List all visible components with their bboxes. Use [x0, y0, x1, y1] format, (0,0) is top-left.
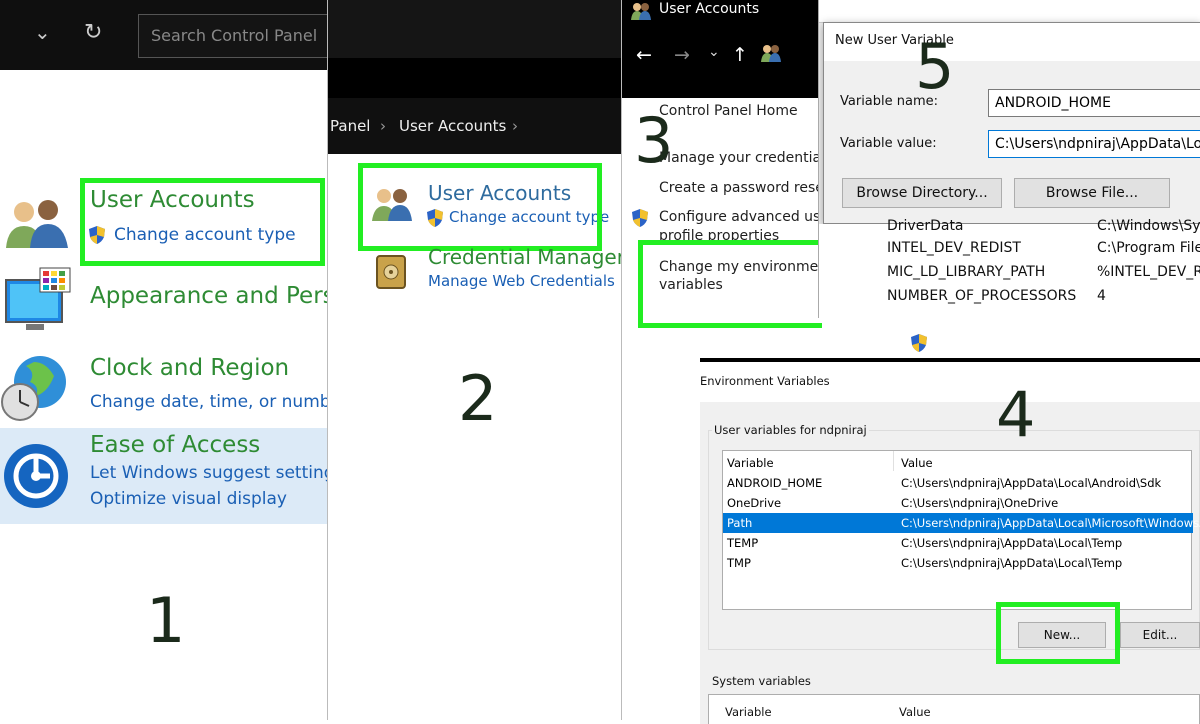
uac-shield-icon: [632, 209, 648, 227]
variable-value-field[interactable]: C:\Users\ndpniraj\AppData\Local\Android\…: [988, 130, 1200, 158]
back-arrow-icon[interactable]: ←: [636, 44, 652, 66]
user-variables-list[interactable]: Variable Value ANDROID_HOME C:\Users\ndpni…: [722, 450, 1200, 610]
breadcrumb-user-accounts[interactable]: User Accounts: [399, 98, 506, 154]
panel-divider: [327, 0, 328, 720]
highlight-box-3: [638, 240, 822, 328]
table-row[interactable]: TEMP C:\Users\ndpniraj\AppData\Local\Temp: [723, 533, 1193, 553]
credential-manager-icon: [376, 255, 406, 289]
chevron-right-icon: ›: [380, 117, 386, 135]
manage-credentials-link[interactable]: Manage your credentia: [659, 150, 821, 166]
step-number-3: 3: [634, 104, 674, 177]
sys-var-name[interactable]: MIC_LD_LIBRARY_PATH: [887, 264, 1045, 280]
credential-manager-title[interactable]: Credential Manager: [428, 245, 622, 269]
chevron-down-icon[interactable]: ⌄: [708, 44, 720, 60]
chevron-down-icon[interactable]: ⌄: [34, 20, 51, 44]
category-ease-of-access[interactable]: Ease of Access: [90, 432, 260, 458]
user-accounts-small-icon: [631, 3, 651, 20]
uac-shield-icon: [911, 334, 927, 352]
clock-globe-icon: [1, 356, 66, 421]
panel-divider: [621, 0, 622, 720]
forward-arrow-icon[interactable]: →: [674, 44, 690, 66]
step-number-5: 5: [915, 30, 955, 103]
highlight-box-4: [996, 602, 1120, 664]
browse-directory-button[interactable]: Browse Directory...: [842, 178, 1002, 208]
variable-name-field[interactable]: ANDROID_HOME: [988, 89, 1200, 117]
manage-web-credentials-link[interactable]: Manage Web Credentials: [428, 272, 615, 290]
system-variables-group-label: System variables: [712, 674, 811, 688]
window-chrome: [328, 0, 622, 98]
column-header-value[interactable]: Value: [901, 453, 933, 473]
step-number-2: 2: [458, 362, 498, 435]
new-user-variable-dialog-screenshot: New User Variable Variable name: ANDROID…: [818, 0, 1200, 318]
table-row[interactable]: Path C:\Users\ndpniraj\AppData\Local\Micr…: [723, 513, 1200, 533]
appearance-monitor-icon: [5, 267, 71, 330]
category-clock-and-region[interactable]: Clock and Region: [90, 355, 289, 381]
category-view-screenshot: Panel › User Accounts › User Accounts Ch…: [328, 0, 622, 720]
table-row[interactable]: ANDROID_HOME C:\Users\ndpniraj\AppData\Lo…: [723, 473, 1193, 493]
breadcrumb: Panel › User Accounts ›: [328, 98, 622, 154]
sys-column-header-variable[interactable]: Variable: [725, 705, 772, 719]
let-windows-suggest-link[interactable]: Let Windows suggest settings: [90, 463, 328, 483]
window-chrome: User Accounts ← → ⌄ ↑: [622, 0, 822, 98]
user-accounts-icon: [6, 200, 68, 248]
sys-var-value[interactable]: 4: [1097, 288, 1106, 304]
highlight-box-1: [80, 178, 325, 266]
chevron-right-icon: ›: [512, 117, 518, 135]
sys-var-value[interactable]: C:\Program File: [1097, 240, 1200, 256]
breadcrumb-panel[interactable]: Panel: [330, 98, 370, 154]
system-variables-list-bg: DriverData C:\Windows\Sy INTEL_DEV_REDIS…: [819, 218, 1200, 318]
sys-var-name[interactable]: NUMBER_OF_PROCESSORS: [887, 288, 1076, 304]
search-input[interactable]: Search Control Panel: [138, 14, 328, 58]
column-divider: [893, 451, 894, 471]
sys-var-value[interactable]: C:\Windows\Sy: [1097, 218, 1200, 234]
change-date-time-link[interactable]: Change date, time, or numbe: [90, 392, 328, 412]
category-appearance[interactable]: Appearance and Perso: [90, 283, 328, 309]
background-window-strip: [819, 0, 1200, 23]
environment-variables-dialog-screenshot: Environment Variables User variables for…: [700, 358, 1200, 724]
up-arrow-icon[interactable]: ↑: [732, 44, 748, 66]
create-password-reset-link[interactable]: Create a password rese: [659, 180, 822, 196]
table-row[interactable]: OneDrive C:\Users\ndpniraj\OneDrive: [723, 493, 1193, 513]
new-user-variable-dialog: New User Variable Variable name: ANDROID…: [823, 22, 1200, 224]
sys-column-header-value[interactable]: Value: [899, 705, 931, 719]
user-variables-group-label: User variables for ndpniraj: [712, 423, 869, 437]
sys-var-name[interactable]: INTEL_DEV_REDIST: [887, 240, 1021, 256]
address-user-icon: [761, 45, 781, 62]
dialog-title: Environment Variables: [700, 374, 830, 388]
sys-var-name[interactable]: DriverData: [887, 218, 964, 234]
ease-of-access-icon: [4, 444, 68, 508]
column-header-variable[interactable]: Variable: [727, 453, 774, 473]
step-number-1: 1: [146, 584, 186, 657]
sys-var-value[interactable]: %INTEL_DEV_RE: [1097, 264, 1200, 280]
table-row[interactable]: TMP C:\Users\ndpniraj\AppData\Local\Temp: [723, 553, 1193, 573]
control-panel-home-screenshot: ⌄ ↻ Search Control Panel User Accounts C…: [0, 0, 328, 720]
dialog-titlebar: New User Variable: [824, 23, 1200, 61]
address-bar: ⌄ ↻ Search Control Panel: [0, 0, 328, 70]
refresh-icon[interactable]: ↻: [84, 22, 102, 44]
highlight-box-2: [358, 163, 602, 251]
variable-value-label: Variable value:: [840, 136, 937, 151]
configure-advanced-link[interactable]: Configure advanced us: [659, 209, 820, 225]
edit-variable-button[interactable]: Edit...: [1120, 622, 1200, 648]
dialog-titlebar: Environment Variables: [700, 362, 1200, 402]
step-number-4: 4: [996, 378, 1036, 451]
optimize-visual-display-link[interactable]: Optimize visual display: [90, 489, 287, 509]
window-title: User Accounts: [659, 1, 760, 17]
browse-file-button[interactable]: Browse File...: [1014, 178, 1170, 208]
control-panel-home-link[interactable]: Control Panel Home: [659, 103, 798, 119]
